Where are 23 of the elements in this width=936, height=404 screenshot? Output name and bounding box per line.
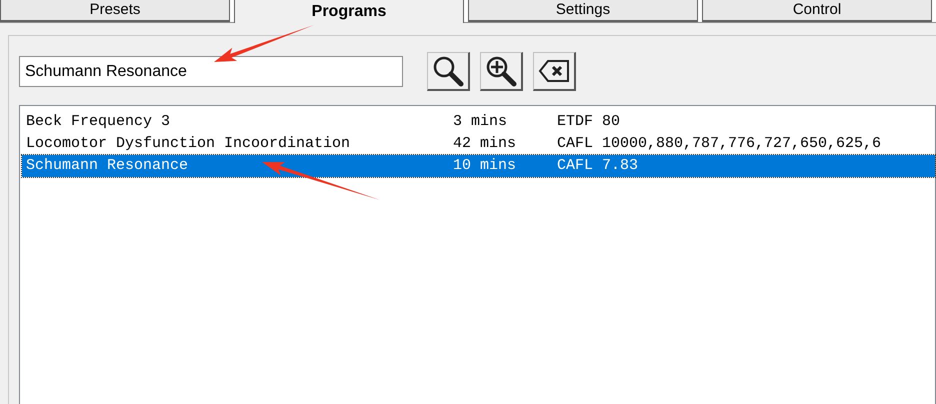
program-row[interactable]: Locomotor Dysfunction Incoordination 42 mins CAFL 10000,880,787,776,727,650,625,6 — [22, 133, 935, 155]
program-row[interactable]: Beck Frequency 3 3 mins ETDF 80 — [22, 111, 935, 133]
zoom-in-button[interactable] — [480, 52, 523, 91]
program-duration: 3 mins — [453, 112, 508, 132]
tab[interactable]: Control — [702, 0, 932, 22]
backspace-icon — [538, 59, 570, 83]
program-name: Beck Frequency 3 — [25, 112, 172, 132]
tab[interactable]: Settings — [468, 0, 698, 22]
program-frequencies: CAFL 10000,880,787,776,727,650,625,6 — [557, 134, 882, 154]
search-button[interactable] — [427, 52, 470, 91]
program-name: Schumann Resonance — [25, 156, 190, 176]
program-duration: 10 mins — [453, 156, 518, 176]
zoom-in-icon — [485, 55, 517, 87]
search-icon — [432, 55, 464, 87]
tab[interactable]: Presets — [0, 0, 230, 22]
program-name: Locomotor Dysfunction Incoordination — [25, 134, 352, 154]
program-frequencies: ETDF 80 — [557, 112, 620, 132]
program-frequencies: CAFL 7.83 — [557, 156, 638, 176]
program-duration: 42 mins — [453, 134, 518, 154]
clear-button[interactable] — [533, 52, 576, 91]
search-field[interactable]: Schumann Resonance — [19, 56, 403, 87]
tab[interactable]: Programs — [234, 0, 464, 23]
program-row[interactable]: Schumann Resonance 10 mins CAFL 7.83 — [22, 155, 935, 177]
